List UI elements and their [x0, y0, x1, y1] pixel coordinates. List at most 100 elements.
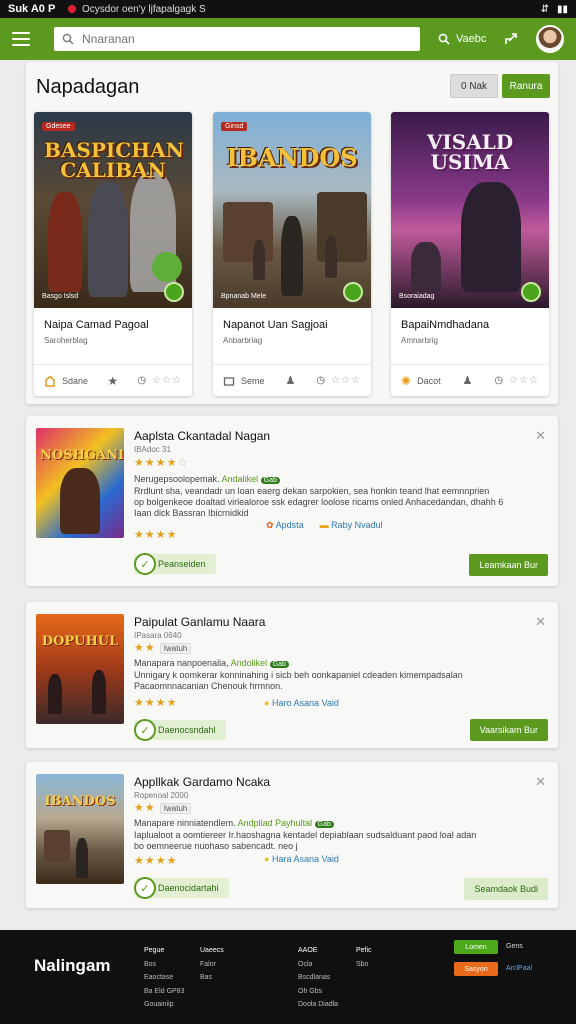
tag-label: Iwatuh: [159, 803, 192, 814]
item-link[interactable]: ✿ Apdsta: [266, 520, 304, 531]
rating-stars: ★★ Iwatuh: [134, 801, 192, 814]
share-button[interactable]: [504, 32, 518, 46]
app-bar: Vaebc: [0, 18, 576, 60]
footer-link[interactable]: Doola Diadla: [298, 998, 338, 1012]
menu-icon[interactable]: [12, 32, 30, 46]
rating-stars: ★★★★: [134, 529, 178, 541]
primary-button[interactable]: Ranura: [502, 74, 550, 98]
footer-link[interactable]: Bos: [144, 958, 184, 972]
footer-link[interactable]: Gens: [506, 943, 523, 950]
item-link[interactable]: ▬ Raby Nvadul: [320, 520, 383, 531]
footer-link[interactable]: Pefic: [356, 944, 372, 958]
featured-panel: Napadagan 0 Nak Ranura Gdesee BASPICHAN …: [26, 62, 558, 404]
footer-link[interactable]: Oh Gbs: [298, 985, 338, 999]
status-badge-label: Peanseiden: [158, 559, 206, 569]
rating-stars: ★★★★: [134, 855, 178, 867]
status-bar: Suk A0 P Ocysdor oen'y ljfapalgagk S ⇵ ▮…: [0, 0, 576, 18]
footer-link[interactable]: Uaeecs: [200, 944, 224, 958]
action-button[interactable]: Leamkaan Bur: [469, 554, 548, 576]
list-item[interactable]: DOPUHUL Paipulat Ganlamu Naara IPasara 0…: [26, 602, 558, 748]
desc-pill: Gab: [269, 661, 289, 668]
game-card[interactable]: Gdesee BASPICHAN CALIBAN Basgo Islsd Nai…: [34, 112, 192, 396]
item-meta: Ropenoal 2000: [134, 791, 189, 800]
item-link[interactable]: ● Hara Asana Vaid: [264, 854, 339, 864]
card-title: Napanot Uan Sagjoai: [223, 319, 328, 331]
link-icon: ▬: [319, 520, 329, 530]
thumbnail-title: DOPUHUL: [41, 634, 119, 649]
desc-line: bo oemneerue nuohaso sabencadt. neo j: [134, 841, 298, 851]
footer-link[interactable]: Gouainiip: [144, 998, 184, 1012]
footer-orange-button[interactable]: Sasyon: [454, 962, 498, 976]
card-title: Naipa Camad Pagoal: [44, 319, 149, 331]
card-art-foot: Basgo Islsd: [42, 293, 79, 300]
card-tag: Gdesee: [42, 122, 75, 131]
close-icon[interactable]: ✕: [535, 614, 546, 630]
avatar[interactable]: [536, 25, 564, 53]
footer-green-button[interactable]: Lomen: [454, 940, 498, 954]
card-art-title: IBANDOS: [226, 143, 358, 172]
desc-line: Pacaomnnacanian Chenouk hrmnon.: [134, 681, 283, 691]
card-title: BapaiNmdhadana: [401, 319, 490, 331]
appbar-search-button[interactable]: Vaebc: [438, 33, 486, 45]
link-icon: ●: [264, 698, 270, 708]
item-title[interactable]: Paipulat Ganlamu Naara: [134, 615, 265, 629]
desc-text: Manapara nanpoenalia,: [134, 658, 229, 668]
item-description: Manapare ninniatendlem. Andpliad Payhult…: [134, 818, 544, 852]
footer-link[interactable]: Sbo: [356, 958, 372, 972]
game-cover-image: Gdesee BASPICHAN CALIBAN Basgo Islsd: [34, 112, 192, 308]
item-title[interactable]: Appllkak Gardamo Ncaka: [134, 775, 270, 789]
footer-link[interactable]: ArclPaal: [506, 965, 532, 972]
desc-pill: Gab: [314, 821, 334, 828]
desc-line: Unnigary k oomkerar konninahing i sicb b…: [134, 670, 463, 680]
footer-link[interactable]: Pegue: [144, 944, 184, 958]
rating-stars: ★★★★: [134, 697, 178, 709]
action-button[interactable]: Vaarsikam Bur: [469, 719, 548, 741]
desc-text: Manapare ninniatendlem.: [134, 818, 236, 828]
search-icon: [62, 33, 74, 45]
footer-link[interactable]: Bscdlanas: [298, 971, 338, 985]
item-title[interactable]: Aaplsta Ckantadal Nagan: [134, 429, 270, 443]
user-icon[interactable]: ♟: [463, 374, 473, 387]
footer-link[interactable]: Falor: [200, 958, 224, 972]
status-badge-label: Daenocsndahl: [158, 725, 216, 735]
game-card[interactable]: Ginsd IBANDOS Bpnanab Mele Napanot Uan S…: [213, 112, 371, 396]
status-badge: ✓ Daenocidartahi: [134, 877, 229, 899]
footer-link[interactable]: AAOE: [298, 944, 338, 958]
user-icon[interactable]: ♟: [286, 374, 296, 387]
desc-text: Nerugepsoolopemak.: [134, 474, 220, 484]
sun-icon: ✺: [401, 373, 412, 388]
card-tag: Ginsd: [221, 122, 248, 131]
home-icon: [45, 375, 55, 387]
close-icon[interactable]: ✕: [535, 774, 546, 790]
rating-stars[interactable]: ☆☆☆: [331, 375, 361, 386]
footer-column: Pefic Sbo: [356, 944, 372, 971]
browser-tab[interactable]: Ocysdor oen'y ljfapalgagk S: [68, 4, 541, 15]
game-card[interactable]: VISALD USIMA Bsoraiadag BapaiNmdhadana A…: [391, 112, 549, 396]
secondary-button[interactable]: 0 Nak: [450, 74, 498, 98]
item-link[interactable]: ● Haro Asana Vaid: [264, 698, 339, 708]
close-icon[interactable]: ✕: [535, 428, 546, 444]
list-item[interactable]: NOSHGANICA Aaplsta Ckantadal Nagan IBAdo…: [26, 416, 558, 586]
desc-line: Iaan dick Bassran Ibicrnidkid: [134, 508, 249, 518]
rating-stars[interactable]: ☆☆☆: [509, 375, 539, 386]
footer-link[interactable]: Ba Eld GP83: [144, 985, 184, 999]
footer-link[interactable]: Ocla: [298, 958, 338, 972]
badge-icon: [521, 282, 541, 302]
search-box: [54, 27, 420, 51]
footer-column: Pegue Bos Eaoctase Ba Eld GP83 Gouainiip: [144, 944, 184, 1012]
list-item[interactable]: IBANDOS Appllkak Gardamo Ncaka Ropenoal …: [26, 762, 558, 908]
game-thumbnail: NOSHGANICA: [36, 428, 124, 538]
search-icon: [438, 33, 450, 45]
search-input[interactable]: [82, 32, 402, 46]
footer-link[interactable]: Bas: [200, 971, 224, 985]
action-button[interactable]: Seamdaok Budi: [464, 878, 548, 900]
rating-stars[interactable]: ☆☆☆: [152, 375, 182, 386]
star-icon[interactable]: ★: [107, 374, 118, 388]
status-badge: ✓ Peanseiden: [134, 553, 216, 575]
item-meta: IBAdoc 31: [134, 445, 171, 454]
clock-icon: ◷: [494, 375, 504, 386]
badge-icon: [343, 282, 363, 302]
footer-link[interactable]: Eaoctase: [144, 971, 184, 985]
rating-stars: ★★ Iwatuh: [134, 641, 192, 654]
clock-icon: ◷: [316, 375, 326, 386]
